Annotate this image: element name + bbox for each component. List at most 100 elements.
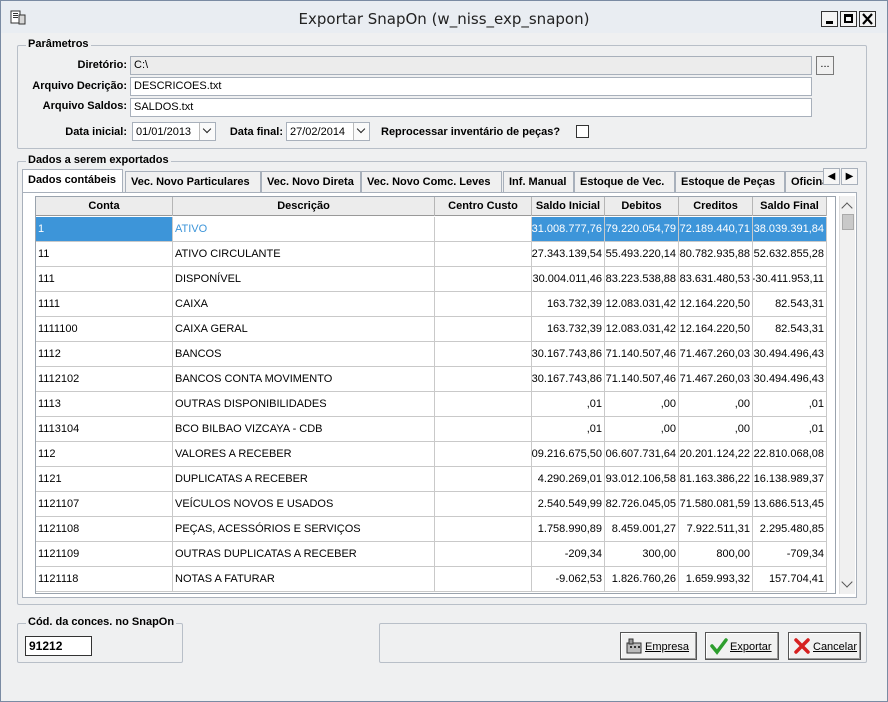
cell-conta[interactable]: 1121118 xyxy=(36,567,173,591)
cell-saldo-inicial[interactable]: ,01 xyxy=(532,417,605,441)
table-row[interactable]: 1121107 VEÍCULOS NOVOS E USADOS 2.540.549,… xyxy=(36,492,827,517)
table-row[interactable]: 1 ATIVO 31.008.777,76 579.220.054,79 572.189… xyxy=(36,217,827,242)
cell-saldo-inicial[interactable]: 163.732,39 xyxy=(532,292,605,316)
arquivo-saldos-field[interactable]: SALDOS.txt xyxy=(130,98,812,117)
cell-saldo-inicial[interactable]: 209.216.675,50 xyxy=(532,442,605,466)
cell-descricao[interactable]: OUTRAS DUPLICATAS A RECEBER xyxy=(173,542,435,566)
table-row[interactable]: 1111 CAIXA 163.732,39 12.083.031,42 12.164.2… xyxy=(36,292,827,317)
data-final-dropdown[interactable] xyxy=(353,123,369,140)
cell-centro-custo[interactable] xyxy=(435,467,532,491)
cell-saldo-final[interactable]: 16.138.989,37 xyxy=(753,467,827,491)
cell-creditos[interactable]: 12.164.220,50 xyxy=(679,317,753,341)
cell-conta[interactable]: 111 xyxy=(36,267,173,291)
tab-scroll-right[interactable]: ▶ xyxy=(841,168,858,185)
title-bar[interactable]: Exportar SnapOn (w_niss_exp_snapon) xyxy=(1,1,887,33)
table-row[interactable]: 1112 BANCOS -30.167.743,86 71.140.507,46 71.… xyxy=(36,342,827,367)
cell-saldo-final[interactable]: -30.494.496,43 xyxy=(753,342,827,366)
table-row[interactable]: 1113104 BCO BILBAO VIZCAYA - CDB ,01 ,00 ,00… xyxy=(36,417,827,442)
tab-inf-manual[interactable]: Inf. Manual xyxy=(503,171,574,193)
cell-debitos[interactable]: 579.220.054,79 xyxy=(605,217,679,241)
browse-directory-button[interactable]: ... xyxy=(816,56,834,75)
cell-descricao[interactable]: VALORES A RECEBER xyxy=(173,442,435,466)
cell-debitos[interactable]: 12.083.031,42 xyxy=(605,317,679,341)
table-row[interactable]: 1113 OUTRAS DISPONIBILIDADES ,01 ,00 ,00 ,01 xyxy=(36,392,827,417)
cell-conta[interactable]: 1113 xyxy=(36,392,173,416)
table-row[interactable]: 112 VALORES A RECEBER 209.216.675,50 206.60… xyxy=(36,442,827,467)
cell-conta[interactable]: 1112102 xyxy=(36,367,173,391)
cell-saldo-final[interactable]: 222.810.068,08 xyxy=(753,442,827,466)
table-row[interactable]: 111 DISPONÍVEL -30.004.011,46 83.223.538,88… xyxy=(36,267,827,292)
cell-centro-custo[interactable] xyxy=(435,292,532,316)
table-row[interactable]: 1112102 BANCOS CONTA MOVIMENTO -30.167.743… xyxy=(36,367,827,392)
cell-descricao[interactable]: VEÍCULOS NOVOS E USADOS xyxy=(173,492,435,516)
cell-creditos[interactable]: 1.659.993,32 xyxy=(679,567,753,591)
cell-debitos[interactable]: ,00 xyxy=(605,392,679,416)
table-row[interactable]: 1121118 NOTAS A FATURAR -9.062,53 1.826.760… xyxy=(36,567,827,592)
cell-saldo-final[interactable]: -30.494.496,43 xyxy=(753,367,827,391)
col-saldo-inicial[interactable]: Saldo Inicial xyxy=(532,197,605,216)
cell-saldo-inicial[interactable]: 227.343.139,54 xyxy=(532,242,605,266)
cell-centro-custo[interactable] xyxy=(435,392,532,416)
cell-creditos[interactable]: 12.164.220,50 xyxy=(679,292,753,316)
tab-oficina[interactable]: Oficina xyxy=(785,171,828,193)
col-descricao[interactable]: Descrição xyxy=(173,197,435,216)
col-conta[interactable]: Conta xyxy=(36,197,173,216)
cell-saldo-inicial[interactable]: -30.167.743,86 xyxy=(532,367,605,391)
cell-centro-custo[interactable] xyxy=(435,492,532,516)
col-debitos[interactable]: Debitos xyxy=(605,197,679,216)
cell-saldo-inicial[interactable]: 4.290.269,01 xyxy=(532,467,605,491)
cell-conta[interactable]: 1111 xyxy=(36,292,173,316)
cell-centro-custo[interactable] xyxy=(435,542,532,566)
cell-creditos[interactable]: 7.922.511,31 xyxy=(679,517,753,541)
cell-descricao[interactable]: BANCOS CONTA MOVIMENTO xyxy=(173,367,435,391)
cell-saldo-final[interactable]: -30.411.953,11 xyxy=(753,267,827,291)
cell-debitos[interactable]: 300,00 xyxy=(605,542,679,566)
cell-creditos[interactable]: 71.467.260,03 xyxy=(679,367,753,391)
cell-debitos[interactable]: 8.459.001,27 xyxy=(605,517,679,541)
cell-conta[interactable]: 11 xyxy=(36,242,173,266)
tab-dados-contabeis[interactable]: Dados contábeis xyxy=(22,169,123,193)
cell-descricao[interactable]: BANCOS xyxy=(173,342,435,366)
data-inicial-picker[interactable]: 01/01/2013 xyxy=(132,122,216,141)
tab-vec-novo-direta[interactable]: Vec. Novo Direta xyxy=(261,171,361,193)
cell-saldo-final[interactable]: 82.543,31 xyxy=(753,317,827,341)
cell-saldo-inicial[interactable]: 163.732,39 xyxy=(532,317,605,341)
cell-creditos[interactable]: 572.189.440,71 xyxy=(679,217,753,241)
tab-vec-novo-comc-leves[interactable]: Vec. Novo Comc. Leves xyxy=(361,171,502,193)
cell-debitos[interactable]: 1.826.760,26 xyxy=(605,567,679,591)
cell-descricao[interactable]: BCO BILBAO VIZCAYA - CDB xyxy=(173,417,435,441)
cell-creditos[interactable]: 83.631.480,53 xyxy=(679,267,753,291)
close-button[interactable] xyxy=(859,11,876,27)
cell-saldo-inicial[interactable]: -30.167.743,86 xyxy=(532,342,605,366)
cell-saldo-inicial[interactable]: -209,34 xyxy=(532,542,605,566)
scroll-up-icon[interactable] xyxy=(841,202,853,214)
cell-saldo-final[interactable]: ,01 xyxy=(753,417,827,441)
table-row[interactable]: 1121108 PEÇAS, ACESSÓRIOS E SERVIÇOS 1.758… xyxy=(36,517,827,542)
cell-saldo-final[interactable]: 2.295.480,85 xyxy=(753,517,827,541)
snapon-code-field[interactable]: 91212 xyxy=(25,636,92,656)
cell-saldo-final[interactable]: ,01 xyxy=(753,392,827,416)
table-row[interactable]: 1121 DUPLICATAS A RECEBER 4.290.269,01 93.0… xyxy=(36,467,827,492)
cell-debitos[interactable]: 93.012.106,58 xyxy=(605,467,679,491)
cell-debitos[interactable]: 83.223.538,88 xyxy=(605,267,679,291)
tab-estoque-vec[interactable]: Estoque de Vec. xyxy=(574,171,675,193)
cell-descricao[interactable]: DISPONÍVEL xyxy=(173,267,435,291)
exportar-button[interactable]: Exportar xyxy=(705,632,779,660)
cell-creditos[interactable]: 220.201.124,22 xyxy=(679,442,753,466)
col-creditos[interactable]: Creditos xyxy=(679,197,753,216)
cell-conta[interactable]: 1 xyxy=(36,217,173,241)
cell-saldo-final[interactable]: 13.686.513,45 xyxy=(753,492,827,516)
cell-conta[interactable]: 1121 xyxy=(36,467,173,491)
cell-descricao[interactable]: ATIVO xyxy=(173,217,435,241)
cell-centro-custo[interactable] xyxy=(435,242,532,266)
cell-descricao[interactable]: CAIXA GERAL xyxy=(173,317,435,341)
tab-scroll-left[interactable]: ◀ xyxy=(823,168,840,185)
cell-conta[interactable]: 1113104 xyxy=(36,417,173,441)
cell-saldo-inicial[interactable]: 31.008.777,76 xyxy=(532,217,605,241)
cell-centro-custo[interactable] xyxy=(435,267,532,291)
cell-debitos[interactable]: 12.083.031,42 xyxy=(605,292,679,316)
cell-centro-custo[interactable] xyxy=(435,317,532,341)
table-row[interactable]: 1121109 OUTRAS DUPLICATAS A RECEBER -209,3… xyxy=(36,542,827,567)
maximize-button[interactable] xyxy=(840,11,857,27)
cell-centro-custo[interactable] xyxy=(435,342,532,366)
